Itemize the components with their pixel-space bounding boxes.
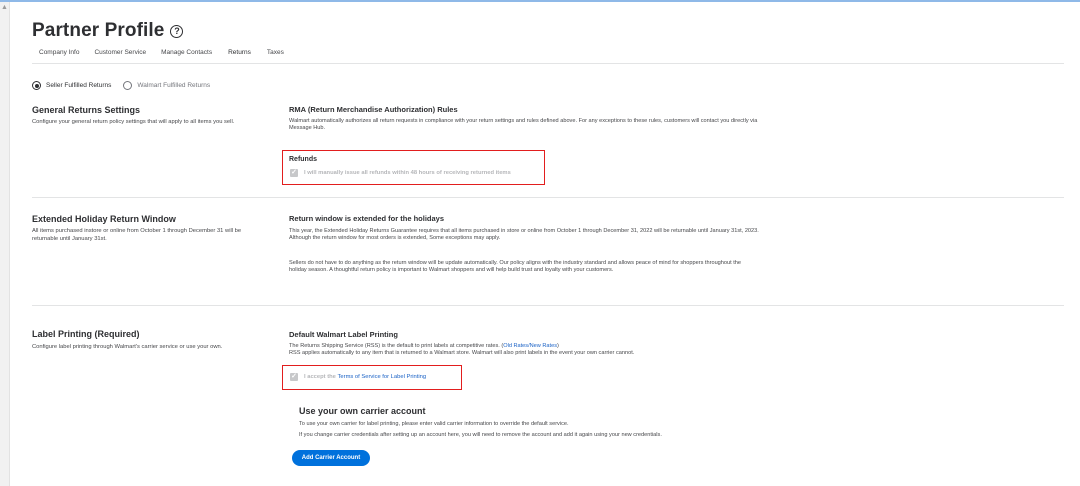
general-settings-title: General Returns Settings [32, 105, 141, 115]
add-carrier-account-button[interactable]: Add Carrier Account [292, 450, 370, 466]
page-header: Partner Profile ? [32, 20, 184, 42]
tab-taxes[interactable]: Taxes [267, 47, 284, 63]
default-label-title: Default Walmart Label Printing [289, 330, 398, 339]
tab-company-info[interactable]: Company Info [39, 47, 79, 63]
rma-title: RMA (Return Merchandise Authorization) R… [289, 105, 458, 114]
terms-accept-text: I accept the [304, 374, 336, 380]
rss-text: The Returns Shipping Service (RSS) is th… [289, 343, 504, 349]
own-carrier-title: Use your own carrier account [299, 406, 426, 416]
terms-checkbox-row: ✓ I accept the Terms of Service for Labe… [290, 373, 426, 381]
holiday-desc: All items purchased instore or online fr… [32, 228, 242, 242]
refunds-checkbox[interactable]: ✓ [290, 169, 298, 177]
refunds-highlight-box [282, 150, 545, 185]
holiday-para-2: Sellers do not have to do anything as th… [289, 260, 742, 274]
tab-bar: Company Info Customer Service Manage Con… [39, 47, 299, 64]
own-carrier-line-1: To use your own carrier for label printi… [299, 421, 569, 427]
radio-seller-fulfilled[interactable] [32, 81, 41, 90]
terms-of-service-link[interactable]: Terms of Service for Label Printing [338, 374, 427, 380]
tab-manage-contacts[interactable]: Manage Contacts [161, 47, 212, 63]
holiday-right-title: Return window is extended for the holida… [289, 214, 445, 223]
tab-divider [32, 63, 1064, 64]
page: Partner Profile ? Company Info Customer … [24, 0, 1064, 486]
label-printing-desc: Configure label printing through Walmart… [32, 344, 223, 350]
scroll-up-arrow-icon[interactable]: ▲ [1, 4, 8, 12]
refunds-checkbox-label: I will manually issue all refunds within… [304, 170, 511, 176]
help-icon[interactable]: ? [170, 24, 184, 38]
radio-walmart-fulfilled-label[interactable]: Walmart Fulfilled Returns [137, 82, 210, 89]
tab-returns[interactable]: Returns [227, 47, 252, 64]
holiday-title: Extended Holiday Return Window [32, 214, 176, 224]
refunds-title: Refunds [289, 156, 317, 163]
refunds-checkbox-row: ✓ I will manually issue all refunds with… [290, 169, 511, 177]
rma-body: Walmart automatically authorizes all ret… [289, 118, 758, 132]
page-title: Partner Profile [32, 20, 165, 41]
fulfillment-radio-group: Seller Fulfilled Returns Walmart Fulfill… [32, 81, 222, 90]
rates-link[interactable]: Old Rates/New Rates [503, 343, 557, 349]
tab-customer-service[interactable]: Customer Service [94, 47, 146, 63]
rss-text-end: ) [557, 343, 559, 349]
holiday-para-1: This year, the Extended Holiday Returns … [289, 228, 759, 242]
scrollbar[interactable]: ▲ [0, 2, 10, 486]
own-carrier-line-2: If you change carrier credentials after … [299, 432, 662, 438]
label-printing-title: Label Printing (Required) [32, 329, 140, 339]
terms-checkbox[interactable]: ✓ [290, 373, 298, 381]
radio-walmart-fulfilled[interactable] [123, 81, 133, 90]
section-divider [32, 197, 1064, 198]
radio-seller-fulfilled-label[interactable]: Seller Fulfilled Returns [46, 82, 111, 89]
default-label-line-2: RSS applies automatically to any item th… [289, 350, 635, 356]
section-divider [32, 305, 1064, 306]
general-settings-desc: Configure your general return policy set… [32, 119, 235, 125]
